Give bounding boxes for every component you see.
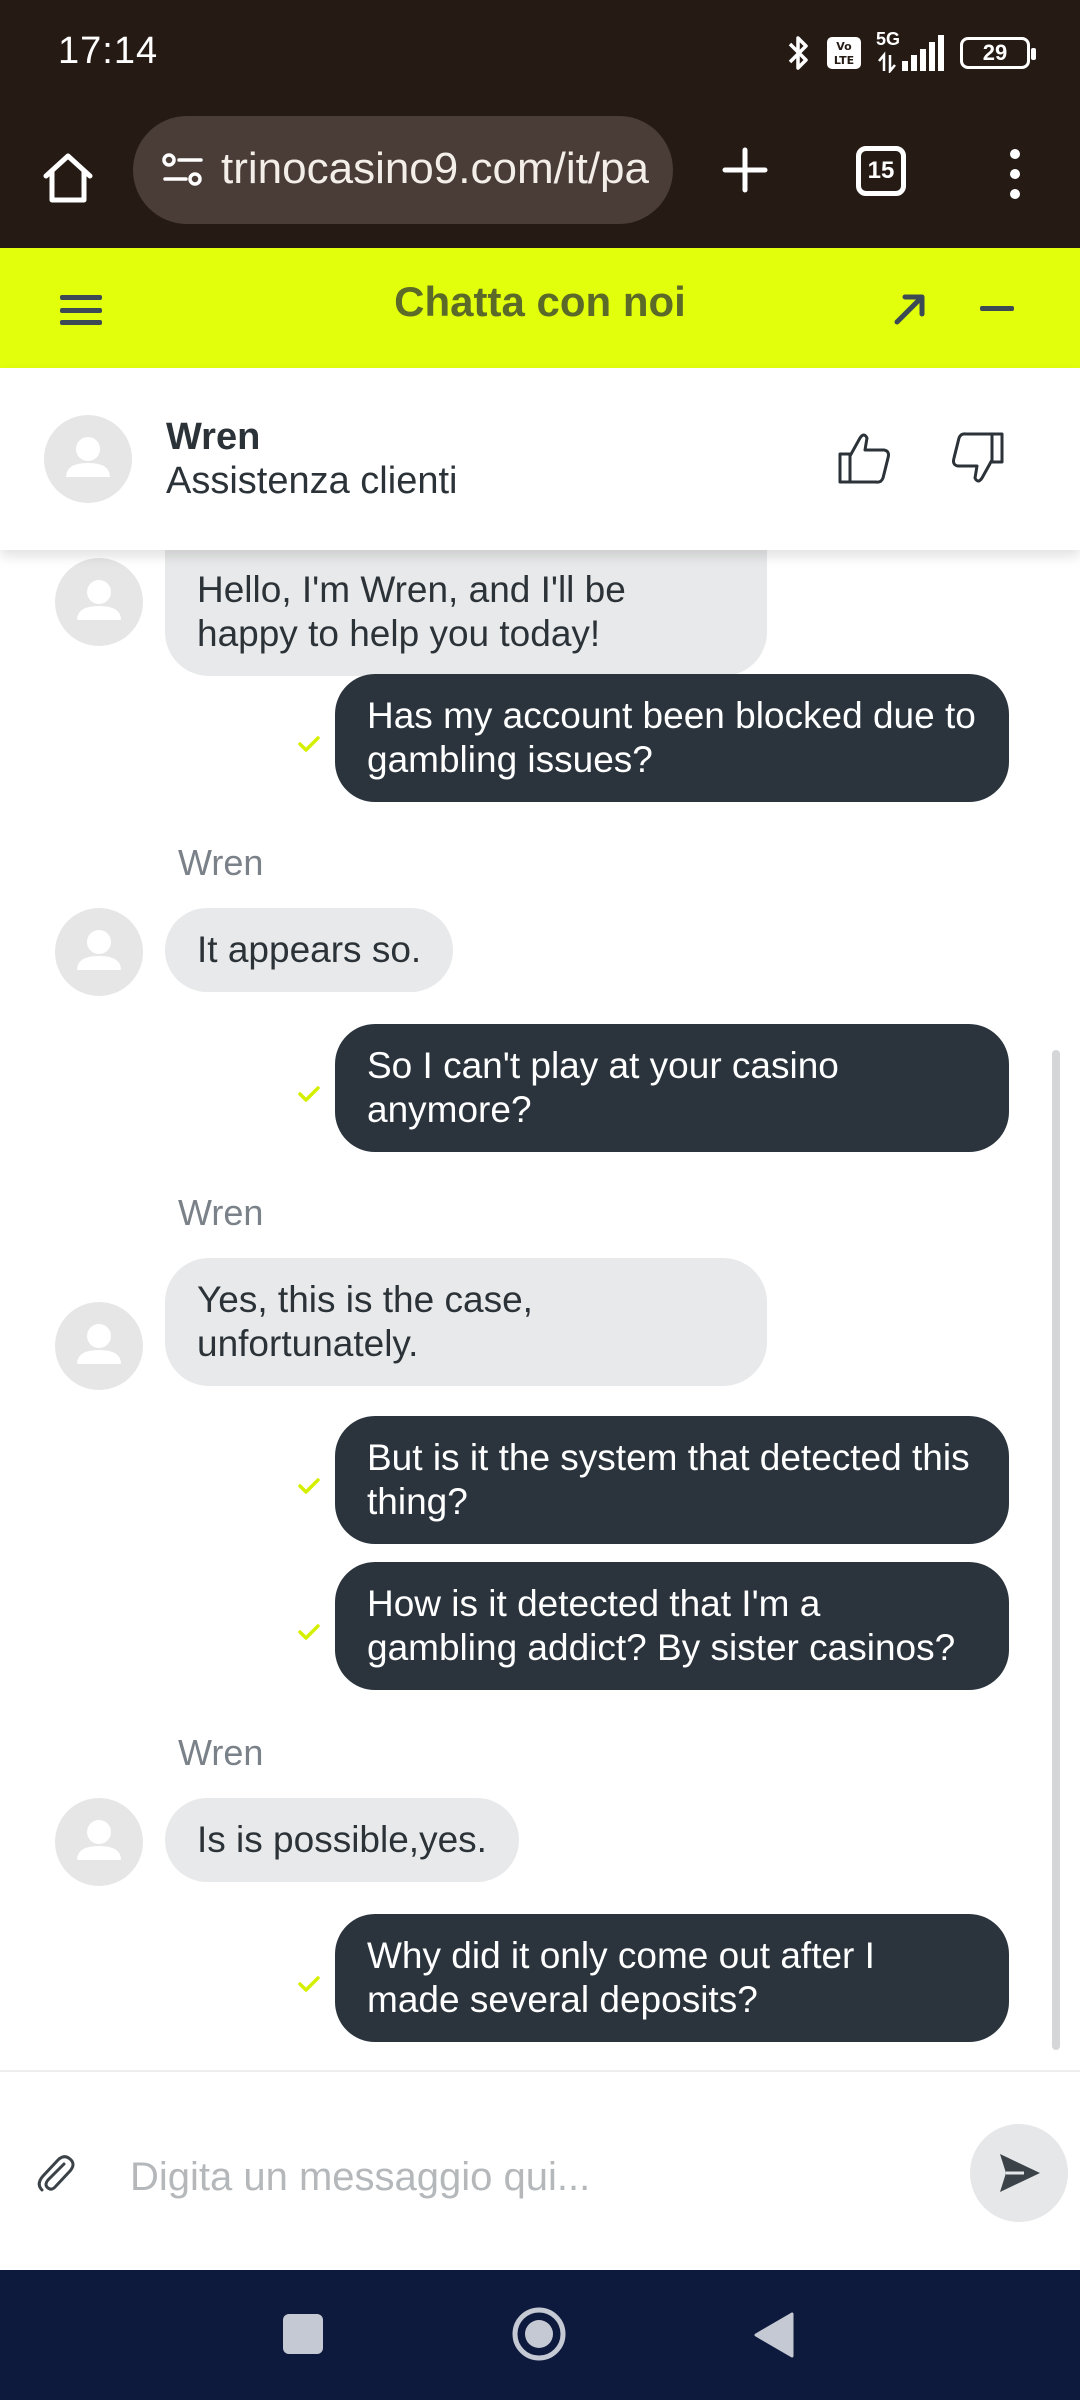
check-icon (298, 1624, 320, 1640)
send-icon (1000, 2154, 1040, 2192)
agent-avatar (55, 558, 143, 646)
agent-message: It appears so. (165, 908, 454, 992)
user-placeholder-icon (77, 580, 121, 620)
status-time: 17:14 (58, 30, 159, 72)
check-icon (298, 736, 320, 752)
home-nav-icon[interactable] (511, 2306, 567, 2362)
agent-message: Is is possible,yes. (165, 1798, 519, 1882)
agent-avatar (44, 415, 132, 503)
message-sender: Wren (178, 1732, 264, 1773)
menu-dot-icon (1010, 189, 1020, 199)
battery-icon: 29 (960, 37, 1036, 69)
agent-avatar (55, 1302, 143, 1390)
thumbs-up-icon[interactable] (834, 428, 894, 488)
browser-toolbar: trinocasino9.com/it/pa 15 (0, 110, 1080, 248)
agent-name: Wren (166, 416, 261, 458)
home-icon (43, 153, 93, 203)
user-message: How is it detected that I'm a gambling a… (335, 1562, 1009, 1690)
check-icon (298, 1086, 320, 1102)
new-tab-button[interactable] (705, 130, 785, 210)
user-message: Has my account been blocked due to gambl… (335, 674, 1009, 802)
message-composer (0, 2070, 1080, 2270)
chat-messages[interactable]: Hello, I'm Wren, and I'll be happy to he… (0, 550, 1080, 2070)
message-input[interactable] (130, 2132, 930, 2222)
message-sender: Wren (178, 842, 264, 883)
recents-button[interactable] (283, 2314, 323, 2354)
status-bar: 17:14 Vo LTE 5G 29 (0, 0, 1080, 110)
agent-message: Hello, I'm Wren, and I'll be happy to he… (165, 550, 767, 676)
volte-icon: VoLTE (827, 37, 861, 69)
address-bar[interactable]: trinocasino9.com/it/pa (133, 116, 673, 224)
agent-avatar (55, 1798, 143, 1886)
message-sender: Wren (178, 1192, 264, 1233)
battery-level: 29 (982, 40, 1008, 65)
minimize-button[interactable] (980, 306, 1014, 311)
back-icon[interactable] (752, 2310, 796, 2360)
agent-message: Yes, this is the case, unfortunately. (165, 1258, 767, 1386)
user-placeholder-icon (66, 437, 110, 477)
agent-header: Wren Assistenza clienti (0, 368, 1080, 550)
status-icons: Vo LTE 5G 29 (786, 29, 1036, 76)
agent-avatar (55, 908, 143, 996)
plus-icon (722, 147, 768, 193)
thumbs-down-icon[interactable] (948, 428, 1008, 488)
svg-text:Vo: Vo (836, 40, 852, 53)
home-button[interactable] (30, 138, 106, 218)
url-text[interactable]: trinocasino9.com/it/pa (221, 144, 661, 194)
signal-icon: 5G (876, 29, 946, 73)
user-placeholder-icon (77, 930, 121, 970)
tab-switcher-button[interactable]: 15 (856, 146, 906, 196)
system-navigation-bar (0, 2270, 1080, 2400)
check-icon (298, 1976, 320, 1992)
expand-icon[interactable] (885, 284, 935, 334)
user-placeholder-icon (77, 1324, 121, 1364)
bluetooth-icon (788, 36, 808, 70)
chat-header: Chatta con noi (0, 248, 1080, 368)
paperclip-icon[interactable] (32, 2150, 80, 2198)
user-message: So I can't play at your casino anymore? (335, 1024, 1009, 1152)
menu-dot-icon (1010, 169, 1020, 179)
browser-menu-button[interactable] (990, 134, 1040, 214)
user-message: Why did it only come out after I made se… (335, 1914, 1009, 2042)
agent-role: Assistenza clienti (166, 460, 458, 502)
site-settings-icon[interactable] (161, 150, 205, 190)
check-icon (298, 1478, 320, 1494)
scrollbar[interactable] (1052, 1050, 1060, 2050)
svg-text:LTE: LTE (834, 54, 854, 67)
user-message: But is it the system that detected this … (335, 1416, 1009, 1544)
menu-dot-icon (1010, 149, 1020, 159)
user-placeholder-icon (77, 1820, 121, 1860)
send-button[interactable] (970, 2124, 1068, 2222)
